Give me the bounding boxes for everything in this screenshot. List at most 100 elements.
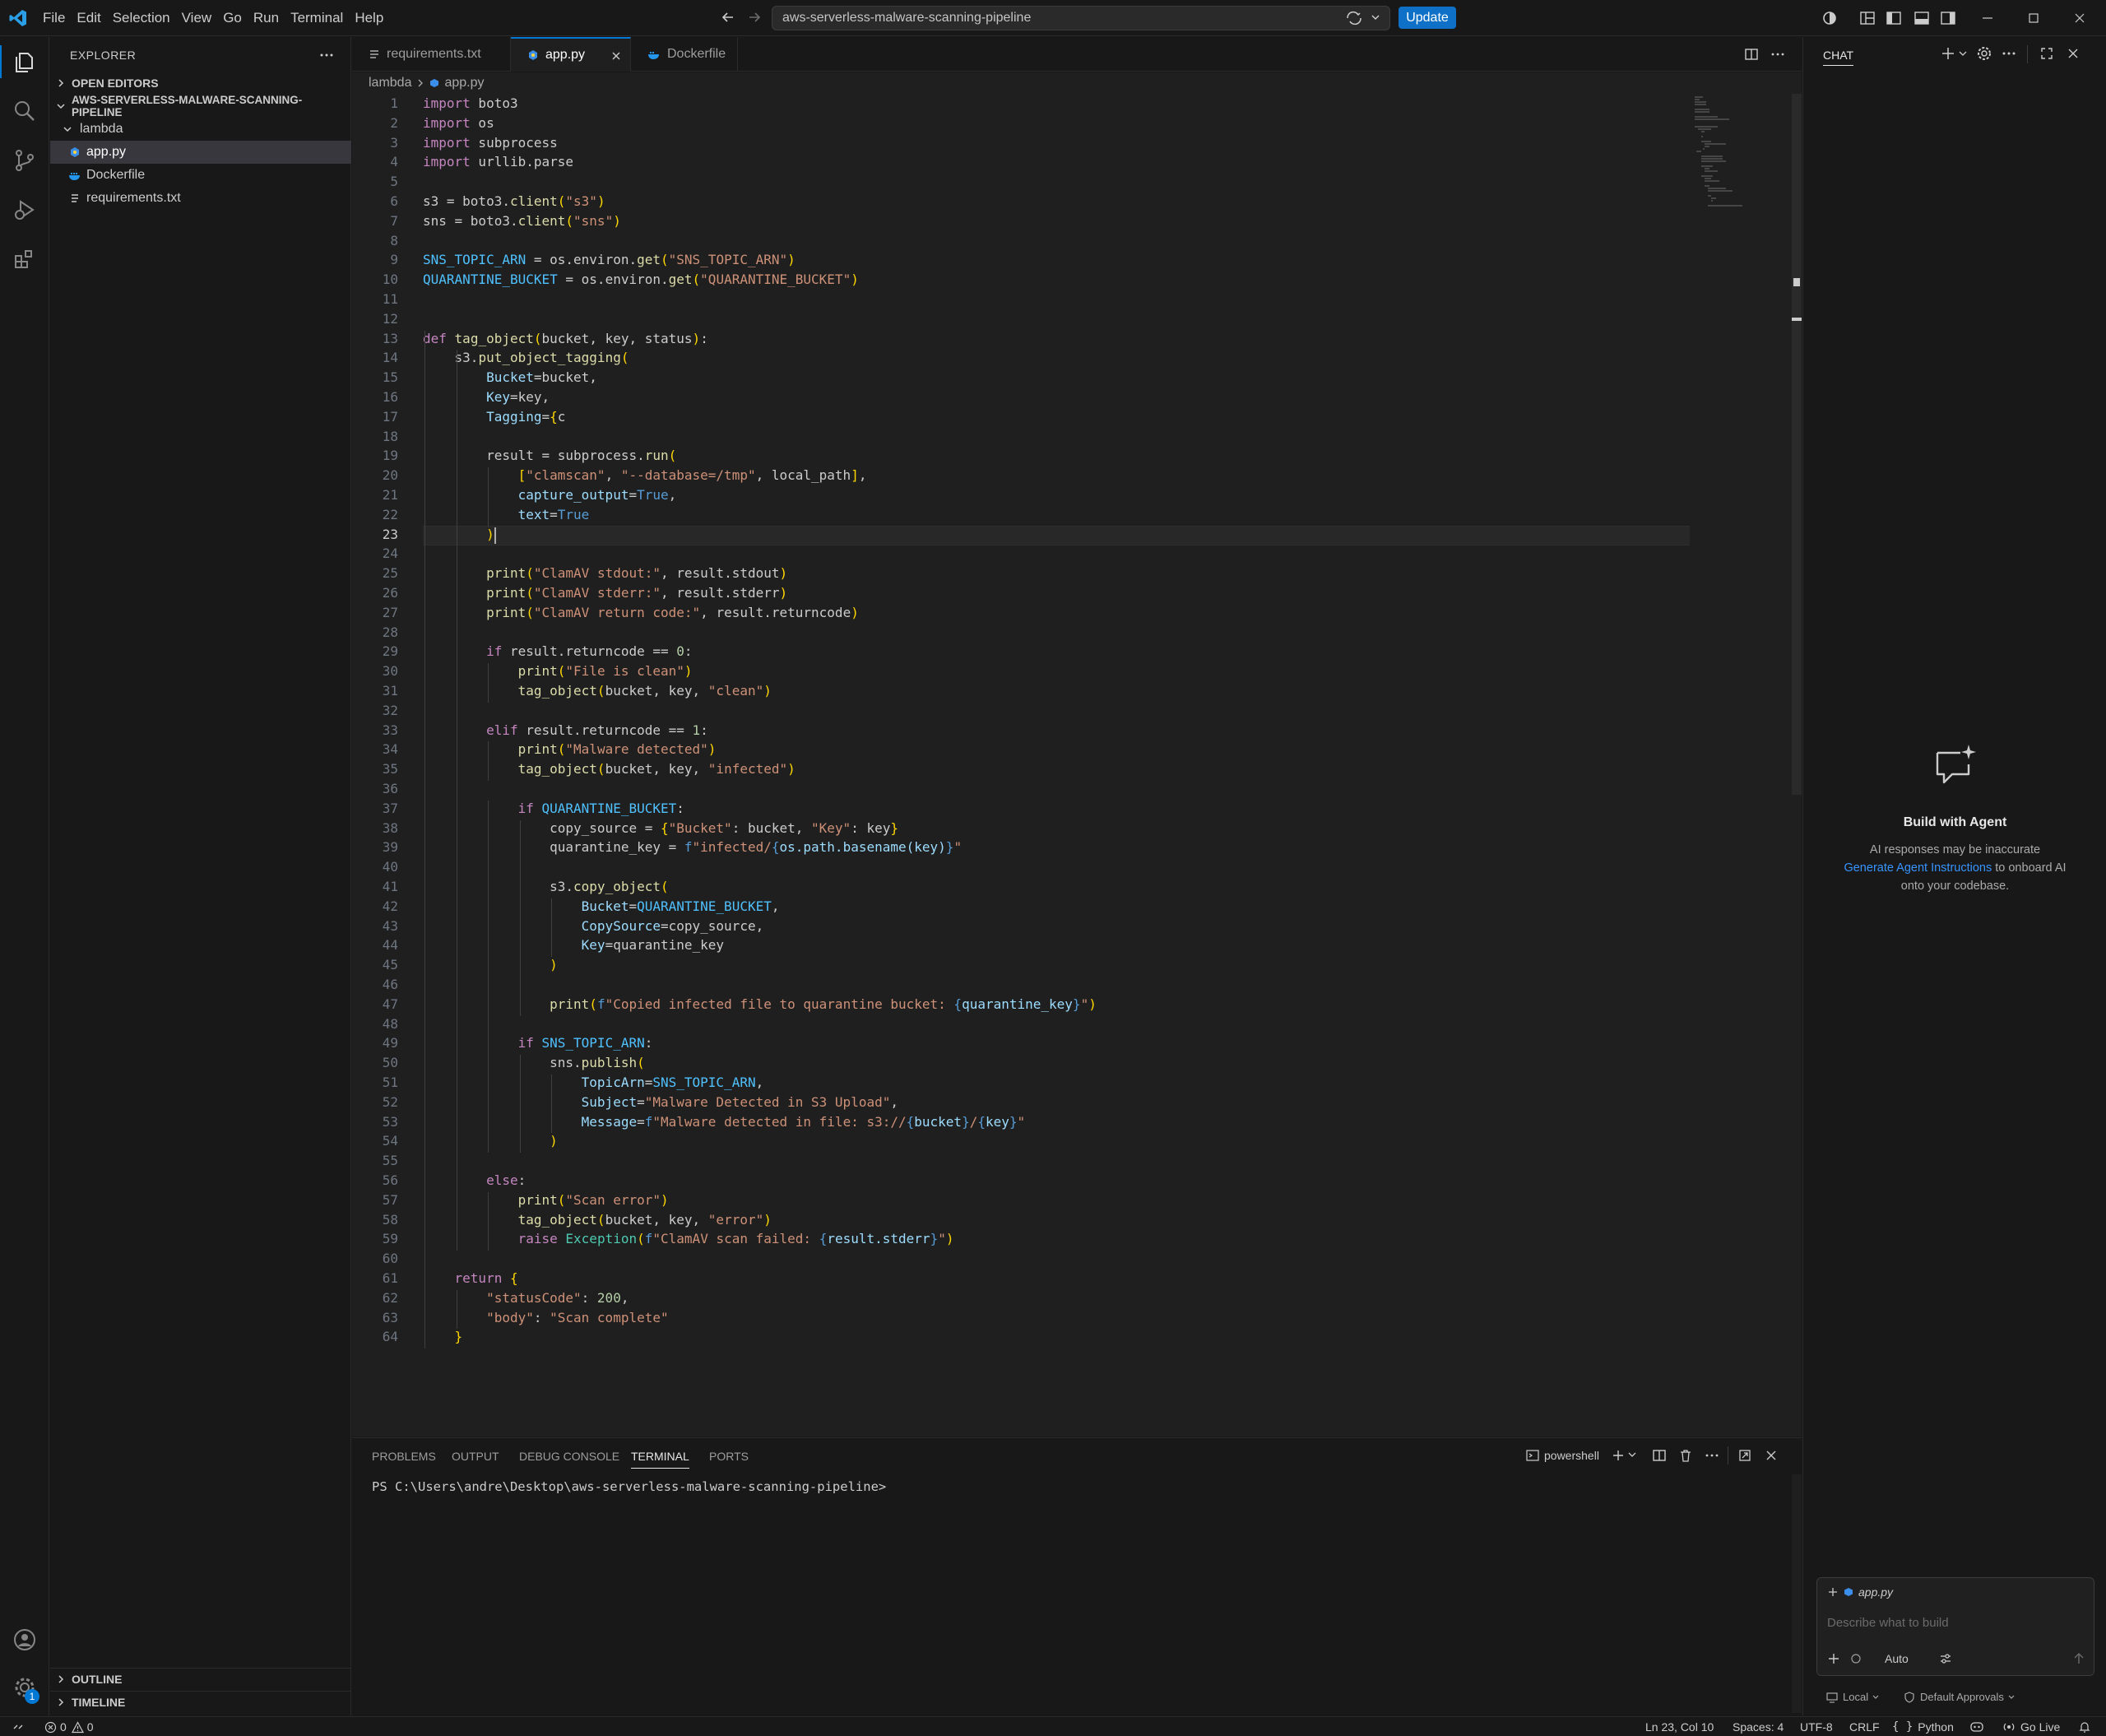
file-requirements[interactable]: requirements.txt <box>50 187 351 210</box>
customize-layout-icon[interactable] <box>1859 10 1876 26</box>
folder-lambda[interactable]: lambda <box>50 118 351 141</box>
code-line[interactable]: "body": "Scan complete" <box>423 1310 669 1325</box>
more-actions-icon[interactable] <box>318 47 335 63</box>
close-window-icon[interactable] <box>2071 10 2088 26</box>
chat-input-box[interactable]: app.py Describe what to build Auto <box>1816 1577 2094 1676</box>
code-line[interactable]: print("ClamAV stdout:", result.stdout) <box>423 565 787 581</box>
code-line[interactable]: s3.put_object_tagging( <box>423 350 629 365</box>
code-line[interactable]: QUARANTINE_BUCKET = os.environ.get("QUAR… <box>423 272 859 287</box>
split-terminal-icon[interactable] <box>1652 1448 1667 1463</box>
toggle-panel-icon[interactable] <box>1913 10 1930 26</box>
tab-ports[interactable]: PORTS <box>709 1450 749 1463</box>
source-control-icon[interactable] <box>12 147 38 174</box>
code-line[interactable]: elif result.returncode == 1: <box>423 722 708 738</box>
menu-go[interactable]: Go <box>223 10 253 26</box>
settings-sliders-icon[interactable] <box>1939 1652 1952 1665</box>
minimap[interactable] <box>1693 94 1790 1437</box>
code-line[interactable]: ["clamscan", "--database=/tmp", local_pa… <box>423 467 867 483</box>
accounts-icon[interactable] <box>12 1627 38 1653</box>
code-line[interactable]: copy_source = {"Bucket": bucket, "Key": … <box>423 820 898 836</box>
explorer-files-icon[interactable] <box>12 49 38 75</box>
code-line[interactable]: tag_object(bucket, key, "error") <box>423 1212 772 1228</box>
toggle-secondary-sidebar-icon[interactable] <box>1940 10 1956 26</box>
file-dockerfile[interactable]: Dockerfile <box>50 164 351 187</box>
approvals-selector[interactable]: Default Approvals <box>1904 1691 2016 1703</box>
extensions-icon[interactable] <box>12 246 38 272</box>
code-line[interactable]: return { <box>423 1270 518 1286</box>
notifications-bell-icon[interactable] <box>2078 1720 2091 1734</box>
more-actions-icon[interactable] <box>2001 45 2017 62</box>
menu-view[interactable]: View <box>182 10 224 26</box>
code-line[interactable]: import subprocess <box>423 135 558 151</box>
code-line[interactable]: result = subprocess.run( <box>423 448 676 463</box>
code-line[interactable]: quarantine_key = f"infected/{os.path.bas… <box>423 839 962 855</box>
code-line[interactable]: s3 = boto3.client("s3") <box>423 193 605 209</box>
code-line[interactable]: } <box>423 1329 463 1344</box>
copilot-status-icon[interactable] <box>1969 1720 1984 1734</box>
remote-icon[interactable] <box>12 1720 25 1734</box>
code-line[interactable]: print("ClamAV stderr:", result.stderr) <box>423 585 787 601</box>
close-chat-icon[interactable] <box>2065 45 2081 62</box>
tab-requirements[interactable]: requirements.txt <box>352 37 511 72</box>
more-actions-icon[interactable] <box>1770 47 1785 62</box>
close-panel-icon[interactable] <box>1764 1448 1779 1463</box>
indentation[interactable]: Spaces: 4 <box>1733 1720 1784 1734</box>
code-line[interactable]: raise Exception(f"ClamAV scan failed: {r… <box>423 1231 954 1246</box>
maximize-chat-icon[interactable] <box>2039 45 2055 62</box>
problems-indicator[interactable]: 0 0 <box>44 1720 94 1734</box>
breadcrumb-folder[interactable]: lambda <box>369 76 411 91</box>
timeline-section[interactable]: TIMELINE <box>50 1691 351 1714</box>
code-line[interactable]: if QUARANTINE_BUCKET: <box>423 801 684 816</box>
toggle-primary-sidebar-icon[interactable] <box>1886 10 1902 26</box>
search-icon[interactable] <box>12 98 38 124</box>
code-line[interactable]: Tagging={c <box>423 409 565 425</box>
more-actions-icon[interactable] <box>1705 1448 1719 1463</box>
new-chat-plus-icon[interactable] <box>1940 45 1956 62</box>
maximize-panel-icon[interactable] <box>1737 1448 1752 1463</box>
mode-selector[interactable]: Auto <box>1885 1652 1909 1665</box>
update-button[interactable]: Update <box>1399 7 1456 29</box>
tab-output[interactable]: OUTPUT <box>452 1450 499 1463</box>
code-line[interactable]: Bucket=QUARANTINE_BUCKET, <box>423 898 780 914</box>
trash-icon[interactable] <box>1678 1448 1693 1463</box>
code-line[interactable]: if SNS_TOPIC_ARN: <box>423 1035 653 1051</box>
code-line[interactable]: s3.copy_object( <box>423 879 669 894</box>
line-ending[interactable]: CRLF <box>1849 1720 1880 1734</box>
run-debug-icon[interactable] <box>12 197 38 223</box>
chevron-down-icon[interactable] <box>1958 49 1968 58</box>
cursor-position[interactable]: Ln 23, Col 10 <box>1645 1720 1714 1734</box>
code-line[interactable]: else: <box>423 1172 526 1188</box>
encoding[interactable]: UTF-8 <box>1800 1720 1833 1734</box>
code-editor[interactable]: 1 2 3 4 5 6 7 8 9 10 11 12 13 14 15 16 17 18 19 20 21 22 23 24 2… <box>352 94 1802 1437</box>
chevron-down-icon[interactable] <box>1370 12 1381 23</box>
code-line[interactable]: tag_object(bucket, key, "clean") <box>423 683 772 699</box>
tab-dockerfile[interactable]: Dockerfile <box>631 37 738 72</box>
forward-arrow-icon[interactable] <box>747 10 762 25</box>
code-line[interactable]: ) <box>423 957 558 972</box>
code-line[interactable]: SNS_TOPIC_ARN = os.environ.get("SNS_TOPI… <box>423 252 796 267</box>
tab-terminal[interactable]: TERMINAL <box>631 1450 689 1469</box>
tab-debug-console[interactable]: DEBUG CONSOLE <box>519 1450 619 1463</box>
code-line[interactable]: Key=quarantine_key <box>423 937 724 953</box>
code-line[interactable]: import os <box>423 115 494 131</box>
open-editors-section[interactable]: OPEN EDITORS <box>50 72 351 95</box>
code-line[interactable]: print("Scan error") <box>423 1192 669 1208</box>
command-center-search[interactable]: aws-serverless-malware-scanning-pipeline <box>772 6 1390 30</box>
code-line[interactable]: Key=key, <box>423 389 550 405</box>
code-line[interactable]: import boto3 <box>423 95 518 111</box>
code-line[interactable]: print("ClamAV return code:", result.retu… <box>423 605 859 620</box>
terminal-shell-selector[interactable]: powershell <box>1526 1449 1599 1462</box>
menu-run[interactable]: Run <box>253 10 290 26</box>
code-line[interactable]: tag_object(bucket, key, "infected") <box>423 761 796 777</box>
code-line[interactable]: ) <box>423 1133 558 1149</box>
new-terminal-plus-icon[interactable] <box>1611 1448 1626 1463</box>
maximize-icon[interactable] <box>2025 10 2042 26</box>
project-root-section[interactable]: AWS-SERVERLESS-MALWARE-SCANNING-PIPELINE <box>50 94 351 118</box>
code-line[interactable]: Bucket=bucket, <box>423 369 597 385</box>
tab-problems[interactable]: PROBLEMS <box>372 1450 436 1463</box>
code-line[interactable]: print(f"Copied infected file to quaranti… <box>423 996 1097 1012</box>
scrollbar[interactable] <box>1792 94 1802 795</box>
close-tab-icon[interactable] <box>610 49 623 63</box>
code-line[interactable]: print("Malware detected") <box>423 741 717 757</box>
chat-input-placeholder[interactable]: Describe what to build <box>1827 1616 1949 1630</box>
